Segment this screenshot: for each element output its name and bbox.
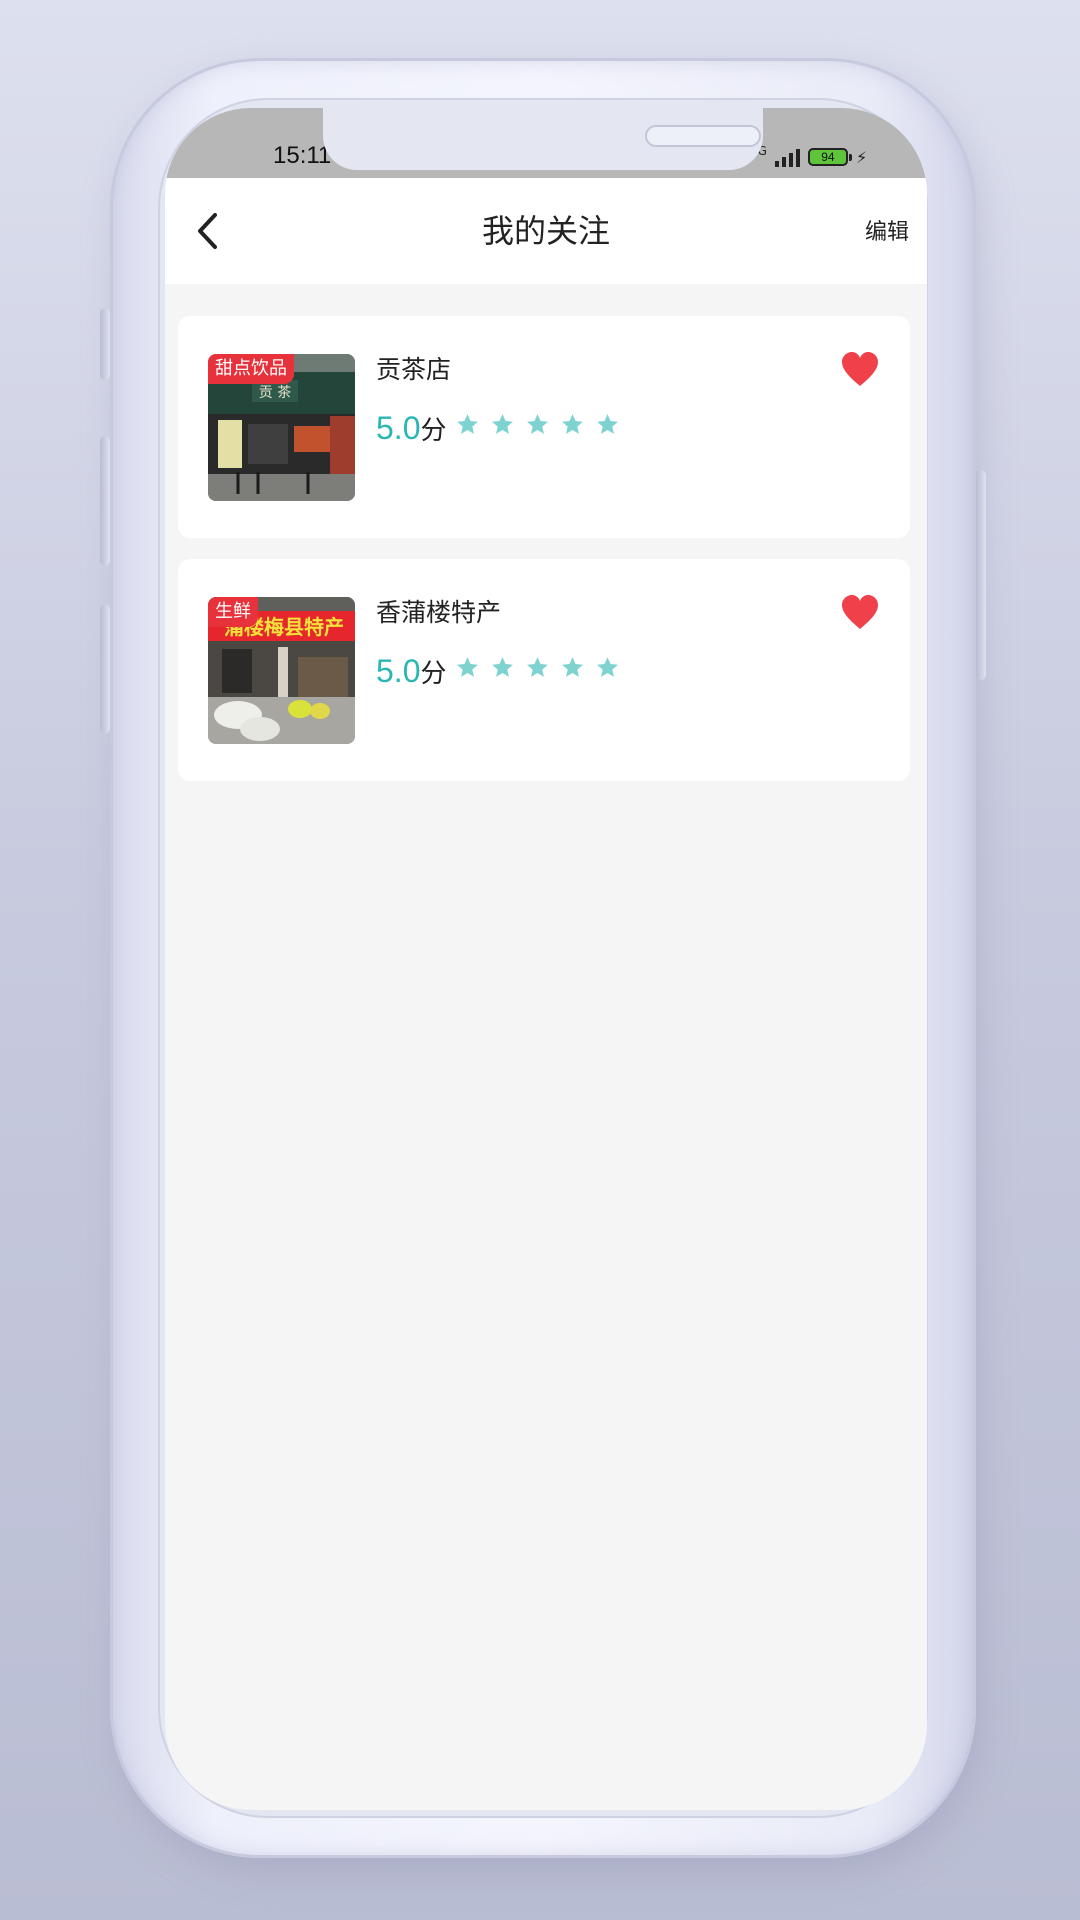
star-icon [491,414,513,434]
status-time: 15:11 [273,142,332,169]
navigation-bar: 我的关注 编辑 [165,178,927,284]
star-icon [526,414,548,434]
store-rating: 5.0 分 [376,653,620,690]
rating-unit: 分 [420,659,447,689]
battery-icon: 94 [807,148,852,166]
edit-button[interactable]: 编辑 [865,214,909,246]
phone-volume-down-button [100,604,110,734]
store-name[interactable]: 贡茶店 [376,350,451,386]
star-icon [526,657,548,677]
svg-text:贡 茶: 贡 茶 [259,385,291,401]
star-icon [456,657,478,677]
star-icon [491,657,513,677]
store-category-tag: 生鲜 [208,597,258,627]
rating-stars [455,412,620,437]
star-icon [561,657,583,677]
phone-screen: 15:11 5G 94 ⚡ 我的关注 编辑 [165,108,927,1810]
earpiece-speaker [645,125,761,147]
star-icon [561,414,583,434]
rating-score: 5.0 [376,410,421,446]
phone-mute-switch [100,308,110,380]
store-card[interactable]: 蒲楼梅县特产 生鲜 香蒲楼特产 5.0 分 [178,559,910,781]
star-icon [596,414,618,434]
charging-icon: ⚡ [855,147,868,167]
phone-volume-up-button [100,436,110,566]
star-icon [456,414,478,434]
status-indicators: 5G 94 ⚡ [750,142,867,172]
page-title: 我的关注 [481,212,610,250]
store-card[interactable]: 贡 茶 甜点饮品 贡茶店 5.0 分 [178,316,910,538]
rating-stars [455,655,620,680]
store-rating: 5.0 分 [376,410,620,447]
star-icon [596,657,618,677]
phone-power-button [976,470,986,680]
store-name[interactable]: 香蒲楼特产 [376,593,501,629]
rating-score: 5.0 [376,653,421,689]
store-category-tag: 甜点饮品 [208,354,294,384]
favorite-heart-icon[interactable] [840,593,880,633]
camera-notch [323,108,763,170]
store-photo[interactable]: 贡 茶 甜点饮品 [208,354,355,501]
signal-icon [774,147,800,167]
favorite-heart-icon[interactable] [840,350,880,390]
store-photo[interactable]: 蒲楼梅县特产 生鲜 [208,597,355,744]
rating-unit: 分 [420,416,447,446]
